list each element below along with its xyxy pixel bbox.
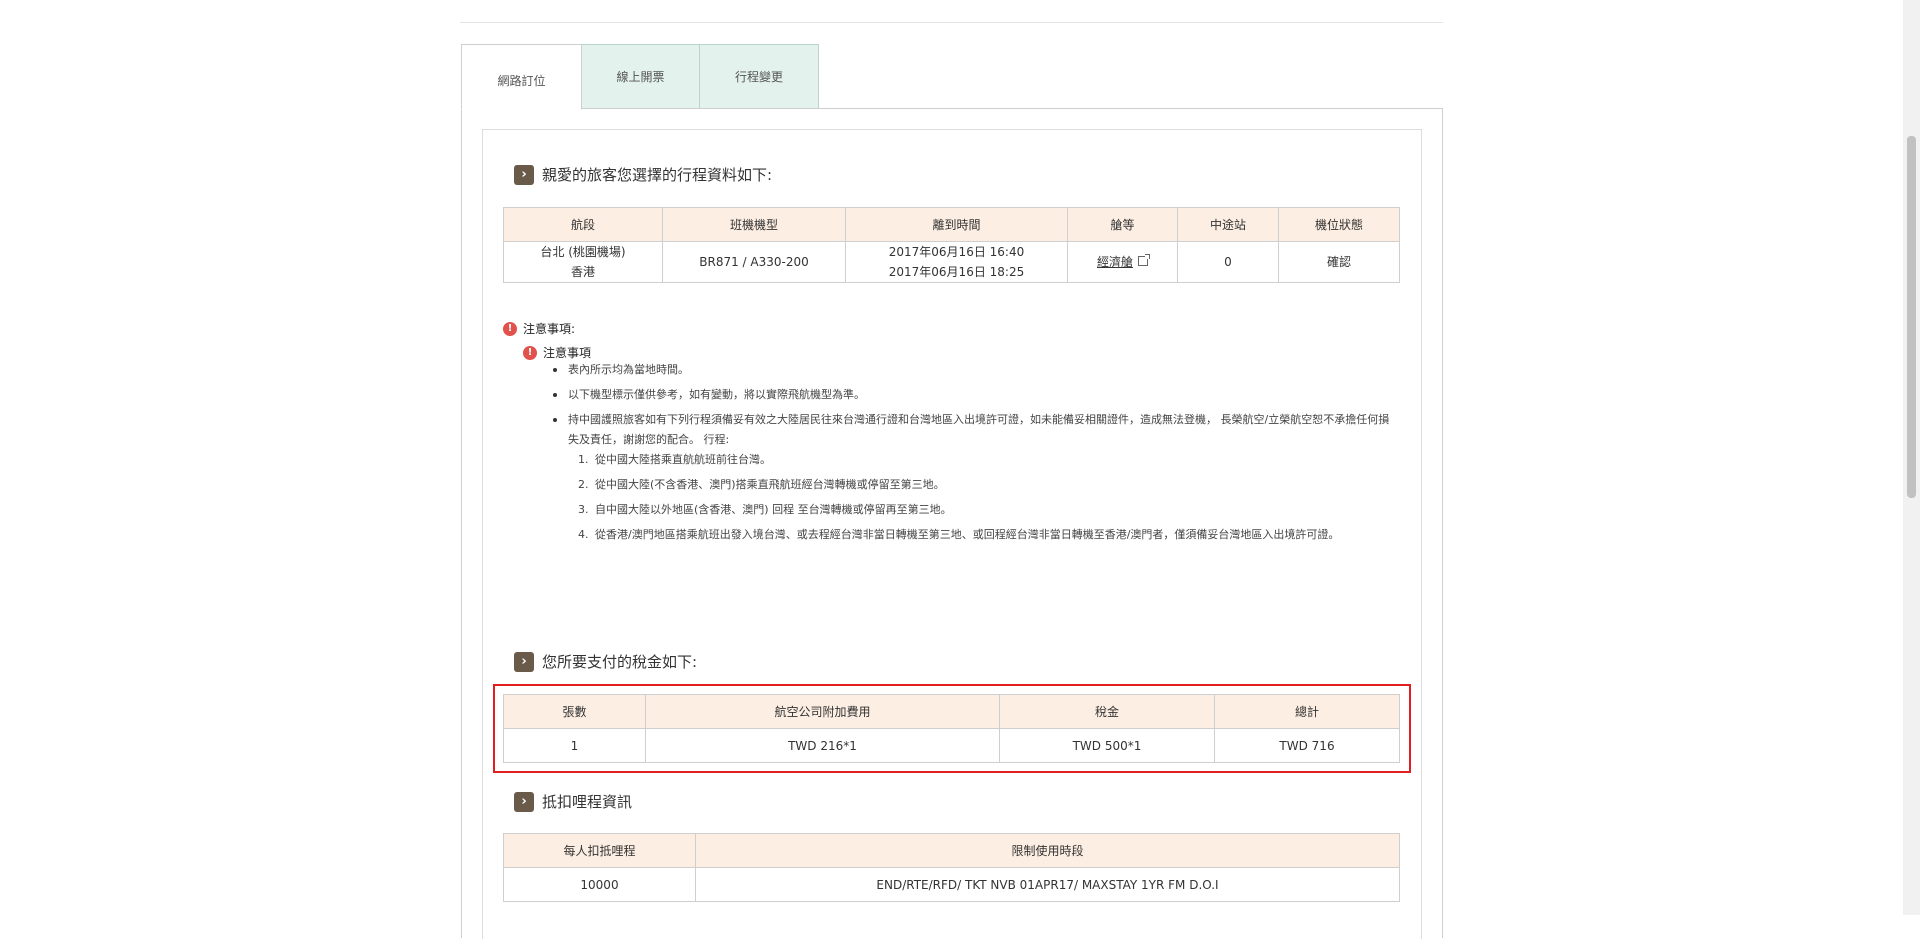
tax-cell: TWD 500*1 [999,728,1215,763]
notice-title-text: 注意事項: [523,322,576,336]
page-scrollbar[interactable] [1903,0,1920,915]
col-header-validity: 限制使用時段 [695,833,1400,868]
total-cell: TWD 716 [1214,728,1400,763]
notice-item: 表內所示均為當地時間。 [553,360,1399,380]
col-header-time: 離到時間 [845,207,1068,242]
miles-cell: 10000 [503,867,696,902]
notice-item-text: 持中國護照旅客如有下列行程須備妥有效之大陸居民往來台灣通行證和台灣地區入出境許可… [568,413,1390,446]
notice-list: 表內所示均為當地時間。 以下機型標示僅供參考，如有變動，將以實際飛航機型為準。 … [553,360,1399,550]
route-list: 1. 從中國大陸搭乘直航航班前往台灣。 2. 從中國大陸(不含香港、澳門)搭乘直飛航… [568,450,1399,545]
stops-cell: 0 [1177,241,1279,283]
route-item: 2. 從中國大陸(不含香港、澳門)搭乘直飛航班經台灣轉機或停留至第三地。 [568,475,1399,495]
time-cell: 2017年06月16日 16:40 2017年06月16日 18:25 [845,241,1068,283]
route-item: 1. 從中國大陸搭乘直航航班前往台灣。 [568,450,1399,470]
miles-heading: › 抵扣哩程資訊 [514,791,632,812]
col-header-flight: 班機機型 [662,207,846,242]
route-item: 4. 從香港/澳門地區搭乘航班出發入境台灣、或去程經台灣非當日轉機至第三地、或回程… [568,525,1399,545]
route-text: 自中國大陸以外地區(含香港、澳門) 回程 至台灣轉機或停留再至第三地。 [595,503,952,516]
top-divider [460,22,1443,23]
itinerary-table: 航段 班機機型 離到時間 艙等 中途站 機位狀態 台北 (桃園機場) 香港 BR… [503,207,1400,283]
col-header-quantity: 張數 [503,694,646,729]
surcharge-cell: TWD 216*1 [645,728,1000,763]
col-header-status: 機位狀態 [1278,207,1400,242]
route-num: 1. [578,453,589,466]
col-header-miles: 每人扣抵哩程 [503,833,696,868]
itinerary-heading-text: 親愛的旅客您選擇的行程資料如下: [542,166,773,184]
notice-subtitle: ! 注意事項 [523,344,591,361]
col-header-stops: 中途站 [1177,207,1279,242]
table-row: 10000 END/RTE/RFD/ TKT NVB 01APR17/ MAXS… [503,867,1400,902]
exclamation-icon: ! [523,345,537,360]
tax-heading: › 您所要支付的稅金如下: [514,651,697,672]
table-header-row: 每人扣抵哩程 限制使用時段 [503,833,1400,868]
notice-title: ! 注意事項: [503,320,575,337]
route-text: 從中國大陸(不含香港、澳門)搭乘直飛航班經台灣轉機或停留至第三地。 [595,478,945,491]
tax-table: 張數 航空公司附加費用 稅金 總計 1 TWD 216*1 TWD 500*1 … [503,694,1400,763]
depart-time: 2017年06月16日 16:40 [888,245,1025,259]
tab-label: 網路訂位 [497,74,546,88]
cabin-cell: 經濟艙 [1067,241,1178,283]
exclamation-icon: ! [503,321,517,336]
chevron-right-icon: › [514,164,534,185]
tab-itinerary-change[interactable]: 行程變更 [699,44,819,109]
notice-item: 以下機型標示僅供參考，如有變動，將以實際飛航機型為準。 [553,385,1399,405]
col-header-tax: 稅金 [999,694,1215,729]
flight-cell: BR871 / A330-200 [662,241,846,283]
route-text: 從香港/澳門地區搭乘航班出發入境台灣、或去程經台灣非當日轉機至第三地、或回程經台… [595,528,1340,541]
origin: 台北 (桃園機場) [540,245,626,259]
quantity-cell: 1 [503,728,646,763]
col-header-total: 總計 [1214,694,1400,729]
itinerary-heading: › 親愛的旅客您選擇的行程資料如下: [514,164,772,185]
miles-heading-text: 抵扣哩程資訊 [542,793,633,811]
notice-item: 持中國護照旅客如有下列行程須備妥有效之大陸居民往來台灣通行證和台灣地區入出境許可… [553,410,1399,545]
scrollbar-thumb[interactable] [1907,136,1916,498]
tab-online-booking[interactable]: 網路訂位 [461,44,582,110]
validity-cell: END/RTE/RFD/ TKT NVB 01APR17/ MAXSTAY 1Y… [695,867,1400,902]
external-link-icon[interactable] [1138,254,1150,266]
tab-label: 線上開票 [616,70,665,84]
notice-subtitle-text: 注意事項 [543,346,592,360]
table-row: 1 TWD 216*1 TWD 500*1 TWD 716 [503,728,1400,763]
tab-online-ticketing[interactable]: 線上開票 [581,44,700,109]
miles-table: 每人扣抵哩程 限制使用時段 10000 END/RTE/RFD/ TKT NVB… [503,833,1400,902]
col-header-cabin: 艙等 [1067,207,1178,242]
chevron-right-icon: › [514,791,534,812]
route-text: 從中國大陸搭乘直航航班前往台灣。 [595,453,771,466]
tax-heading-text: 您所要支付的稅金如下: [542,653,698,671]
chevron-right-icon: › [514,651,534,672]
route-num: 2. [578,478,589,491]
route-item: 3. 自中國大陸以外地區(含香港、澳門) 回程 至台灣轉機或停留再至第三地。 [568,500,1399,520]
segment-cell: 台北 (桃園機場) 香港 [503,241,663,283]
tab-label: 行程變更 [734,70,783,84]
arrive-time: 2017年06月16日 18:25 [888,265,1025,279]
cabin-class-link[interactable]: 經濟艙 [1097,255,1133,269]
table-row: 台北 (桃園機場) 香港 BR871 / A330-200 2017年06月16… [503,241,1400,283]
route-num: 3. [578,503,589,516]
route-num: 4. [578,528,589,541]
destination: 香港 [570,265,595,279]
col-header-surcharge: 航空公司附加費用 [645,694,1000,729]
table-header-row: 航段 班機機型 離到時間 艙等 中途站 機位狀態 [503,207,1400,242]
status-cell: 確認 [1278,241,1400,283]
table-header-row: 張數 航空公司附加費用 稅金 總計 [503,694,1400,729]
col-header-segment: 航段 [503,207,663,242]
